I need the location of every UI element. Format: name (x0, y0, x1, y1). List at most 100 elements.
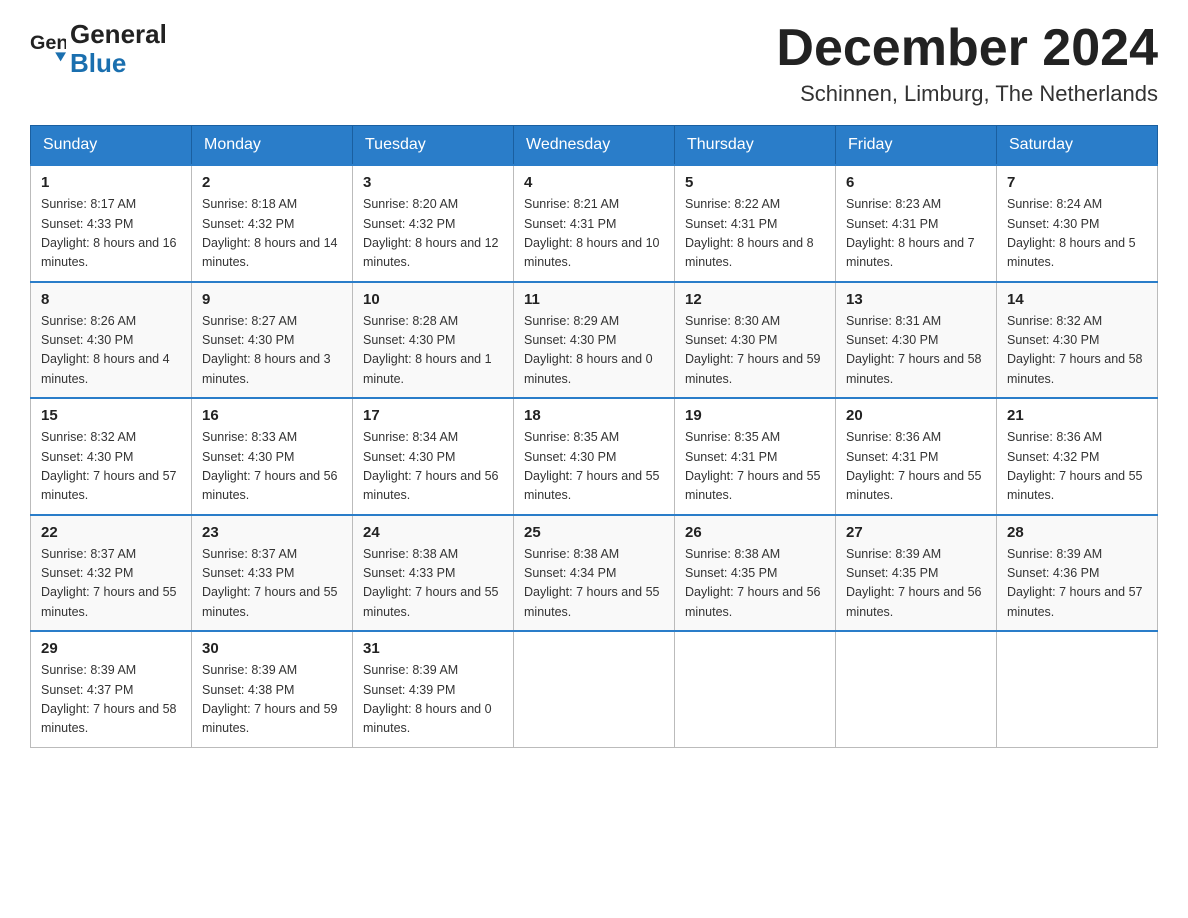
day-info: Sunrise: 8:39 AMSunset: 4:36 PMDaylight:… (1007, 545, 1147, 623)
day-info: Sunrise: 8:23 AMSunset: 4:31 PMDaylight:… (846, 195, 986, 273)
calendar-cell: 25 Sunrise: 8:38 AMSunset: 4:34 PMDayligh… (514, 515, 675, 632)
month-year-title: December 2024 (776, 20, 1158, 77)
day-number: 14 (1007, 291, 1147, 308)
day-info: Sunrise: 8:32 AMSunset: 4:30 PMDaylight:… (41, 428, 181, 506)
day-info: Sunrise: 8:39 AMSunset: 4:38 PMDaylight:… (202, 661, 342, 739)
page-header: General General Blue December 2024 Schin… (30, 20, 1158, 107)
header-sunday: Sunday (31, 126, 192, 166)
day-number: 2 (202, 174, 342, 191)
day-info: Sunrise: 8:27 AMSunset: 4:30 PMDaylight:… (202, 312, 342, 390)
day-number: 25 (524, 524, 664, 541)
calendar-cell: 27Sunrise: 8:39 AMSunset: 4:35 PMDayligh… (836, 515, 997, 632)
calendar-cell: 31 Sunrise: 8:39 AMSunset: 4:39 PMDayligh… (353, 631, 514, 747)
week-row-3: 15 Sunrise: 8:32 AMSunset: 4:30 PMDayligh… (31, 398, 1158, 515)
day-number: 24 (363, 524, 503, 541)
calendar-cell: 9 Sunrise: 8:27 AMSunset: 4:30 PMDaylight… (192, 282, 353, 399)
day-number: 31 (363, 640, 503, 657)
calendar-cell: 8Sunrise: 8:26 AMSunset: 4:30 PMDaylight… (31, 282, 192, 399)
logo: General General Blue (30, 20, 167, 77)
day-number: 3 (363, 174, 503, 191)
header-friday: Friday (836, 126, 997, 166)
calendar-cell: 4Sunrise: 8:21 AMSunset: 4:31 PMDaylight… (514, 165, 675, 282)
day-number: 11 (524, 291, 664, 308)
calendar-cell: 6 Sunrise: 8:23 AMSunset: 4:31 PMDaylight… (836, 165, 997, 282)
calendar-cell: 29Sunrise: 8:39 AMSunset: 4:37 PMDayligh… (31, 631, 192, 747)
calendar-cell: 23 Sunrise: 8:37 AMSunset: 4:33 PMDayligh… (192, 515, 353, 632)
week-row-4: 22 Sunrise: 8:37 AMSunset: 4:32 PMDayligh… (31, 515, 1158, 632)
day-info: Sunrise: 8:18 AMSunset: 4:32 PMDaylight:… (202, 195, 342, 273)
day-info: Sunrise: 8:28 AMSunset: 4:30 PMDaylight:… (363, 312, 503, 390)
calendar-cell: 10 Sunrise: 8:28 AMSunset: 4:30 PMDayligh… (353, 282, 514, 399)
calendar-cell: 19 Sunrise: 8:35 AMSunset: 4:31 PMDayligh… (675, 398, 836, 515)
day-number: 10 (363, 291, 503, 308)
header-tuesday: Tuesday (353, 126, 514, 166)
calendar-cell: 5Sunrise: 8:22 AMSunset: 4:31 PMDaylight… (675, 165, 836, 282)
day-info: Sunrise: 8:24 AMSunset: 4:30 PMDaylight:… (1007, 195, 1147, 273)
day-number: 21 (1007, 407, 1147, 424)
day-number: 4 (524, 174, 664, 191)
logo-general: General (70, 20, 167, 49)
calendar-cell (997, 631, 1158, 747)
day-info: Sunrise: 8:33 AMSunset: 4:30 PMDaylight:… (202, 428, 342, 506)
day-info: Sunrise: 8:34 AMSunset: 4:30 PMDaylight:… (363, 428, 503, 506)
day-info: Sunrise: 8:38 AMSunset: 4:35 PMDaylight:… (685, 545, 825, 623)
calendar-cell: 14 Sunrise: 8:32 AMSunset: 4:30 PMDayligh… (997, 282, 1158, 399)
day-number: 22 (41, 524, 181, 541)
day-number: 19 (685, 407, 825, 424)
calendar-cell: 12 Sunrise: 8:30 AMSunset: 4:30 PMDayligh… (675, 282, 836, 399)
day-info: Sunrise: 8:37 AMSunset: 4:32 PMDaylight:… (41, 545, 181, 623)
calendar-cell: 11 Sunrise: 8:29 AMSunset: 4:30 PMDayligh… (514, 282, 675, 399)
header-wednesday: Wednesday (514, 126, 675, 166)
calendar-cell: 15 Sunrise: 8:32 AMSunset: 4:30 PMDayligh… (31, 398, 192, 515)
day-info: Sunrise: 8:35 AMSunset: 4:31 PMDaylight:… (685, 428, 825, 506)
day-info: Sunrise: 8:37 AMSunset: 4:33 PMDaylight:… (202, 545, 342, 623)
day-info: Sunrise: 8:30 AMSunset: 4:30 PMDaylight:… (685, 312, 825, 390)
calendar-cell (675, 631, 836, 747)
day-number: 1 (41, 174, 181, 191)
day-number: 23 (202, 524, 342, 541)
day-number: 6 (846, 174, 986, 191)
calendar-cell: 2 Sunrise: 8:18 AMSunset: 4:32 PMDaylight… (192, 165, 353, 282)
day-info: Sunrise: 8:32 AMSunset: 4:30 PMDaylight:… (1007, 312, 1147, 390)
calendar-table: SundayMondayTuesdayWednesdayThursdayFrid… (30, 125, 1158, 748)
day-number: 9 (202, 291, 342, 308)
day-info: Sunrise: 8:39 AMSunset: 4:39 PMDaylight:… (363, 661, 503, 739)
header-row: SundayMondayTuesdayWednesdayThursdayFrid… (31, 126, 1158, 166)
calendar-cell: 1 Sunrise: 8:17 AMSunset: 4:33 PMDaylight… (31, 165, 192, 282)
day-number: 29 (41, 640, 181, 657)
calendar-cell: 3 Sunrise: 8:20 AMSunset: 4:32 PMDaylight… (353, 165, 514, 282)
calendar-cell: 13Sunrise: 8:31 AMSunset: 4:30 PMDayligh… (836, 282, 997, 399)
calendar-cell (836, 631, 997, 747)
day-info: Sunrise: 8:20 AMSunset: 4:32 PMDaylight:… (363, 195, 503, 273)
day-info: Sunrise: 8:17 AMSunset: 4:33 PMDaylight:… (41, 195, 181, 273)
calendar-cell: 24Sunrise: 8:38 AMSunset: 4:33 PMDayligh… (353, 515, 514, 632)
day-number: 26 (685, 524, 825, 541)
day-info: Sunrise: 8:38 AMSunset: 4:34 PMDaylight:… (524, 545, 664, 623)
calendar-cell: 28 Sunrise: 8:39 AMSunset: 4:36 PMDayligh… (997, 515, 1158, 632)
day-info: Sunrise: 8:35 AMSunset: 4:30 PMDaylight:… (524, 428, 664, 506)
calendar-cell: 20Sunrise: 8:36 AMSunset: 4:31 PMDayligh… (836, 398, 997, 515)
calendar-cell: 21Sunrise: 8:36 AMSunset: 4:32 PMDayligh… (997, 398, 1158, 515)
day-info: Sunrise: 8:31 AMSunset: 4:30 PMDaylight:… (846, 312, 986, 390)
day-info: Sunrise: 8:29 AMSunset: 4:30 PMDaylight:… (524, 312, 664, 390)
header-monday: Monday (192, 126, 353, 166)
week-row-2: 8Sunrise: 8:26 AMSunset: 4:30 PMDaylight… (31, 282, 1158, 399)
day-number: 12 (685, 291, 825, 308)
calendar-cell: 17 Sunrise: 8:34 AMSunset: 4:30 PMDayligh… (353, 398, 514, 515)
day-info: Sunrise: 8:26 AMSunset: 4:30 PMDaylight:… (41, 312, 181, 390)
calendar-cell: 22 Sunrise: 8:37 AMSunset: 4:32 PMDayligh… (31, 515, 192, 632)
calendar-cell: 18Sunrise: 8:35 AMSunset: 4:30 PMDayligh… (514, 398, 675, 515)
day-number: 20 (846, 407, 986, 424)
svg-text:General: General (30, 31, 66, 53)
calendar-cell: 7 Sunrise: 8:24 AMSunset: 4:30 PMDaylight… (997, 165, 1158, 282)
day-number: 5 (685, 174, 825, 191)
calendar-cell: 16Sunrise: 8:33 AMSunset: 4:30 PMDayligh… (192, 398, 353, 515)
week-row-5: 29Sunrise: 8:39 AMSunset: 4:37 PMDayligh… (31, 631, 1158, 747)
day-number: 7 (1007, 174, 1147, 191)
header-saturday: Saturday (997, 126, 1158, 166)
calendar-cell (514, 631, 675, 747)
title-block: December 2024 Schinnen, Limburg, The Net… (776, 20, 1158, 107)
day-number: 17 (363, 407, 503, 424)
day-number: 15 (41, 407, 181, 424)
day-number: 28 (1007, 524, 1147, 541)
